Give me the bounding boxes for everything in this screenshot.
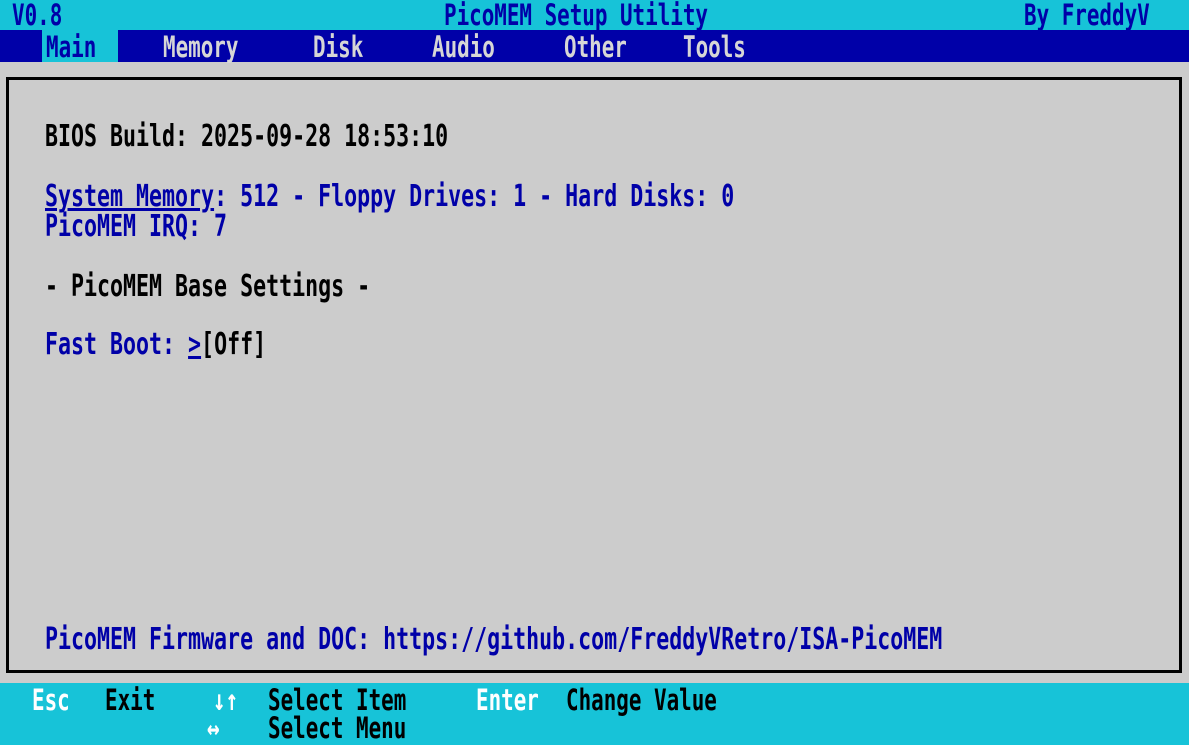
main-panel: BIOS Build: 2025-09-28 18:53:10 System M… <box>6 77 1182 673</box>
menu-item-memory[interactable]: Memory <box>163 30 268 64</box>
system-info-values: : 512 - Floppy Drives: 1 - Hard Disks: 0 <box>214 179 735 214</box>
left-right-arrow-icon: ↔ <box>207 711 220 745</box>
setup-screen: V0.8 PicoMEM Setup Utility By FreddyV Ma… <box>0 0 1189 745</box>
menu-item-tools[interactable]: Tools <box>683 30 770 64</box>
firmware-doc-link: PicoMEM Firmware and DOC: https://github… <box>45 622 943 657</box>
menu-item-disk[interactable]: Disk <box>313 30 383 64</box>
author-label: By FreddyV <box>1024 0 1150 32</box>
menu-item-memory-label: Memory <box>163 30 239 64</box>
exit-hint: Exit <box>105 683 156 717</box>
fast-boot-setting[interactable]: Fast Boot: >[Off] <box>45 328 266 362</box>
fast-boot-label: Fast Boot: <box>45 327 189 362</box>
select-menu-hint: Select Menu <box>268 711 407 745</box>
selection-cursor-icon: > <box>188 327 202 362</box>
fast-boot-value[interactable]: [Off] <box>201 327 266 362</box>
menu-item-disk-label: Disk <box>313 30 364 64</box>
version-label: V0.8 <box>12 0 63 32</box>
menu-item-audio[interactable]: Audio <box>432 30 519 64</box>
irq-info: PicoMEM IRQ: 7 <box>45 209 228 244</box>
change-value-hint: Change Value <box>566 683 717 717</box>
enter-key-label: Enter <box>476 683 539 717</box>
menu-item-other[interactable]: Other <box>564 30 651 64</box>
app-title: PicoMEM Setup Utility <box>444 0 708 32</box>
menu-item-other-label: Other <box>564 30 627 64</box>
bios-build-info: BIOS Build: 2025-09-28 18:53:10 <box>45 119 449 154</box>
menu-item-tools-label: Tools <box>683 30 746 64</box>
menu-bar: Main Memory Disk Audio Other Tools <box>0 30 1189 64</box>
base-settings-heading: - PicoMEM Base Settings - <box>45 269 371 304</box>
menu-item-main-label: Main <box>46 30 97 64</box>
help-bar: Esc Exit ↓↑ Select Item Enter Change Val… <box>0 683 1189 745</box>
menu-item-main[interactable]: Main <box>42 30 118 64</box>
title-bar: V0.8 PicoMEM Setup Utility By FreddyV <box>0 0 1189 32</box>
menu-item-audio-label: Audio <box>432 30 495 64</box>
esc-key-label: Esc <box>32 683 70 717</box>
